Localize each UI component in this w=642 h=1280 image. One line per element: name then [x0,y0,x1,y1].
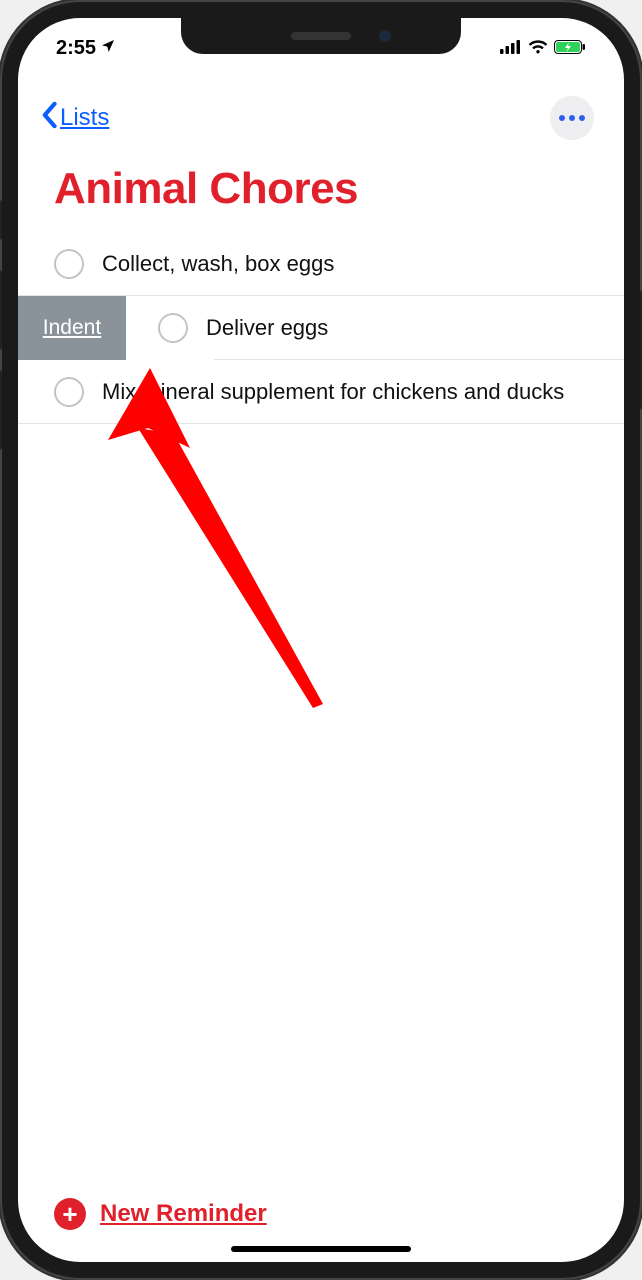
reminder-row[interactable]: Collect, wash, box eggs [18,232,624,296]
indent-swipe-action[interactable]: Indent [18,296,126,360]
reminder-text: Collect, wash, box eggs [102,249,608,279]
wifi-icon [528,37,548,60]
completion-radio[interactable] [158,313,188,343]
status-left: 2:55 [56,37,116,60]
volume-down-button [0,370,2,450]
plus-circle-icon: + [54,1198,86,1230]
indent-action-label: Indent [43,316,101,340]
notch [181,18,461,54]
reminder-text: Deliver eggs [206,313,608,343]
reminder-row[interactable]: Indent Deliver eggs [18,296,624,360]
speaker-grille [291,32,351,40]
home-indicator[interactable] [231,1246,411,1252]
reminders-list: Collect, wash, box eggs Indent Deliver e… [18,232,624,424]
dot-icon [579,115,585,121]
status-time: 2:55 [56,37,96,60]
more-button[interactable] [550,96,594,140]
new-reminder-label: New Reminder [100,1200,267,1228]
back-label: Lists [60,104,109,132]
completion-radio[interactable] [54,249,84,279]
status-right [500,37,586,60]
content-area: Lists Animal Chores Collect, wash, box e… [18,72,624,1262]
mute-switch [0,200,2,240]
reminder-row[interactable]: Mix mineral supplement for chickens and … [18,360,624,424]
battery-charging-icon [554,37,586,60]
phone-device-frame: 2:55 [0,0,642,1280]
front-camera [379,30,391,42]
nav-bar: Lists [18,96,624,146]
volume-up-button [0,270,2,350]
completion-radio[interactable] [54,377,84,407]
back-button[interactable]: Lists [40,101,109,136]
reminder-text: Mix mineral supplement for chickens and … [102,377,608,407]
location-arrow-icon [100,37,116,60]
screen: 2:55 [18,18,624,1262]
dot-icon [559,115,565,121]
chevron-left-icon [40,101,58,136]
dot-icon [569,115,575,121]
page-title: Animal Chores [18,146,624,232]
cellular-signal-icon [500,37,522,60]
